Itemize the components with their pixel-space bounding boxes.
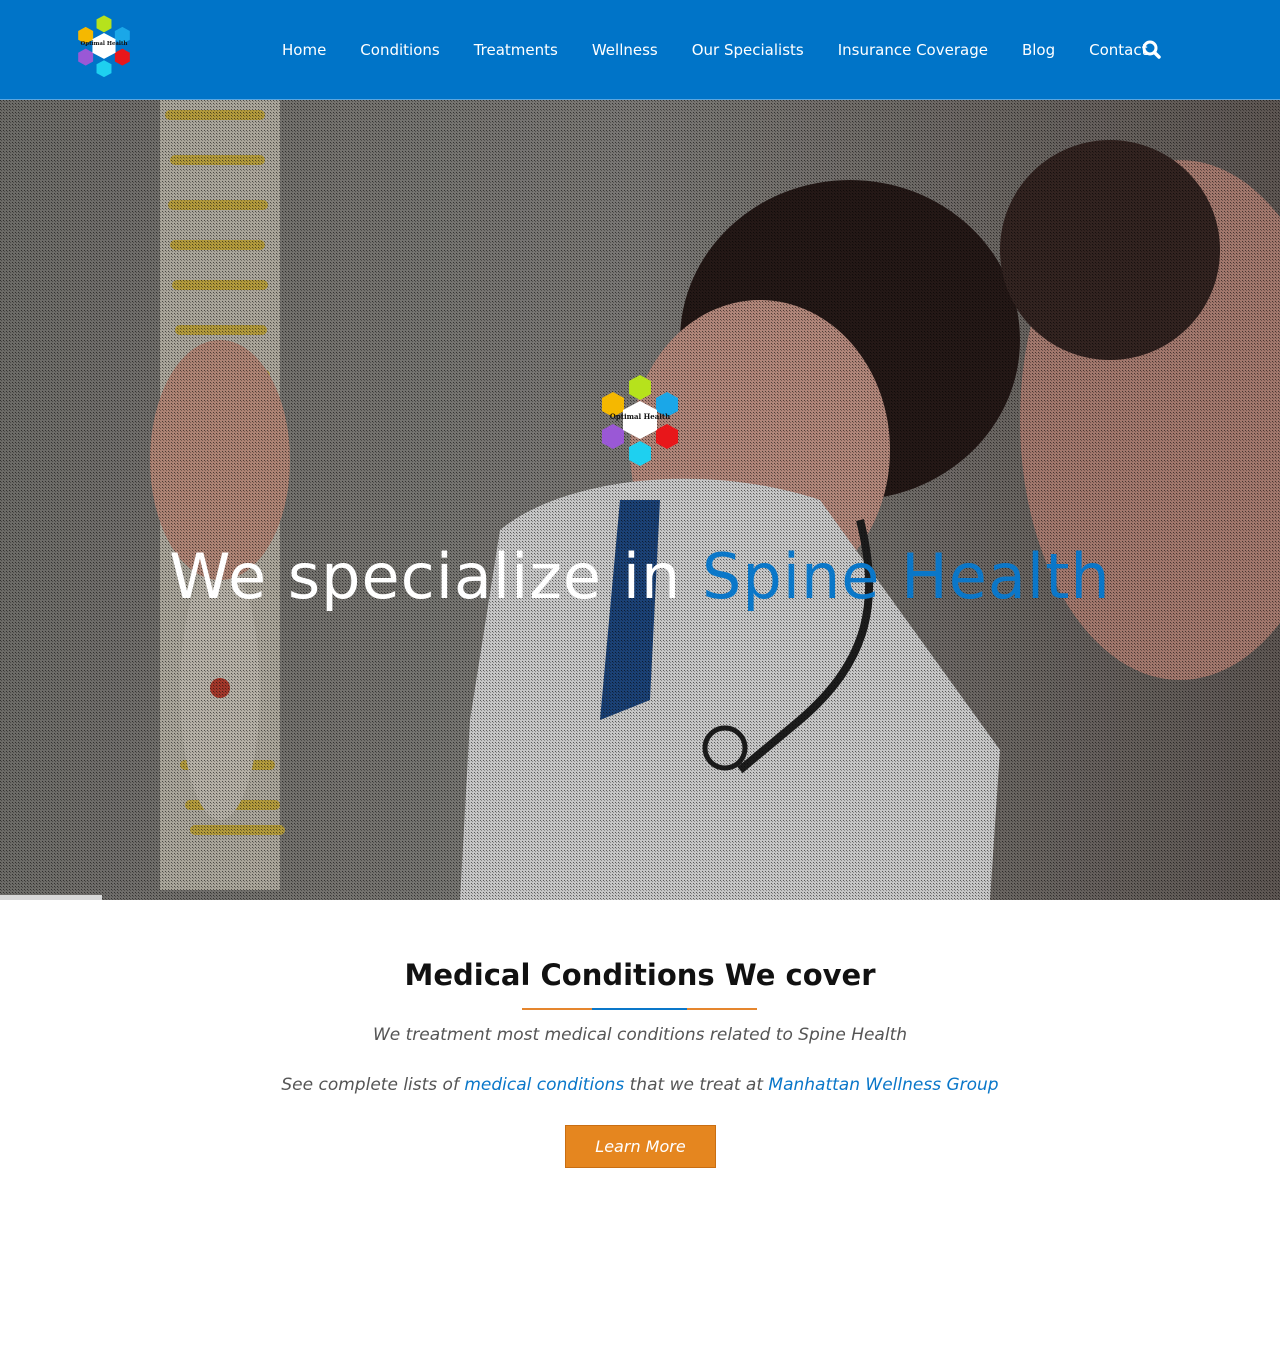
hero-title-highlight: Spine Health xyxy=(702,540,1111,613)
nav-insurance-coverage[interactable]: Insurance Coverage xyxy=(821,41,1005,59)
manhattan-wellness-group-link[interactable]: Manhattan Wellness Group xyxy=(768,1075,998,1095)
site-header: Optimal Health Home Conditions Treatment… xyxy=(0,0,1280,100)
hero-banner: Optimal Health We specialize in Spine He… xyxy=(0,100,1280,900)
nav-home[interactable]: Home xyxy=(265,41,343,59)
nav-wellness[interactable]: Wellness xyxy=(575,41,675,59)
hero-title: We specialize in Spine Health xyxy=(0,540,1280,613)
section-title: Medical Conditions We cover xyxy=(404,958,876,992)
svg-text:Optimal Health: Optimal Health xyxy=(81,41,128,47)
slider-progress-bar xyxy=(0,895,102,900)
medical-conditions-link[interactable]: medical conditions xyxy=(464,1075,624,1095)
hero-title-prefix: We specialize in xyxy=(169,540,703,613)
logo[interactable]: Optimal Health xyxy=(70,14,138,86)
learn-more-button[interactable]: Learn More xyxy=(565,1125,716,1168)
main-nav: Home Conditions Treatments Wellness Our … xyxy=(265,0,1164,100)
nav-conditions[interactable]: Conditions xyxy=(343,41,456,59)
hero-logo: Optimal Health xyxy=(590,372,690,480)
section-divider xyxy=(522,1008,757,1010)
nav-blog[interactable]: Blog xyxy=(1005,41,1072,59)
nav-treatments[interactable]: Treatments xyxy=(457,41,575,59)
hero-background-image xyxy=(0,100,1280,900)
search-icon[interactable] xyxy=(1140,38,1164,62)
svg-text:Optimal Health: Optimal Health xyxy=(610,412,671,421)
nav-our-specialists[interactable]: Our Specialists xyxy=(675,41,821,59)
section-subtitle: We treatment most medical conditions rel… xyxy=(372,1025,908,1045)
section-paragraph: See complete lists of medical conditions… xyxy=(281,1075,999,1095)
